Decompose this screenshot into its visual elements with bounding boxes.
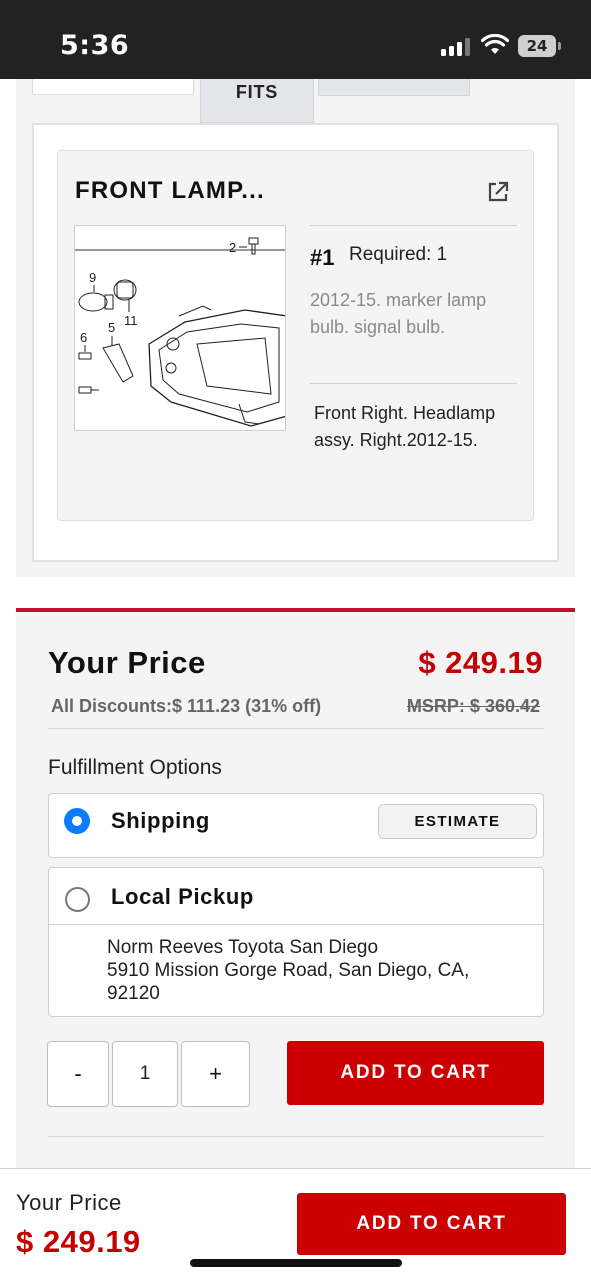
home-indicator[interactable] (190, 1259, 402, 1267)
shipping-label[interactable]: Shipping (111, 808, 210, 834)
divider (310, 225, 517, 226)
price-value: $ 249.19 (418, 645, 543, 680)
part-fitment: Front Right. Headlamp assy. Right.2012-1… (314, 403, 496, 450)
status-bar: 5:36 24 (0, 0, 591, 79)
store-address-line2: 92120 (107, 983, 160, 1004)
local-pickup-label[interactable]: Local Pickup (111, 884, 254, 910)
store-address-line1: 5910 Mission Gorge Road, San Diego, CA, (107, 960, 470, 981)
callout-number: #1 (310, 245, 335, 270)
radio-selected-icon[interactable] (64, 808, 90, 834)
divider (49, 924, 543, 925)
divider (310, 383, 517, 384)
sticky-price-label: Your Price (16, 1190, 122, 1215)
wifi-icon (481, 34, 509, 54)
diagram-label-9: 9 (89, 270, 96, 285)
diagram-label-5: 5 (108, 320, 115, 335)
estimate-button[interactable]: ESTIMATE (378, 804, 537, 839)
part-diagram[interactable]: 2 9 11 6 5 (74, 225, 286, 431)
tab-left[interactable] (32, 79, 194, 95)
required-quantity: Required: 1 (349, 244, 448, 265)
battery-nub (558, 42, 561, 50)
tab-right[interactable] (318, 79, 470, 96)
sticky-price-value: $ 249.19 (16, 1224, 141, 1259)
part-diagram-drawing: 2 9 11 6 5 (75, 237, 285, 427)
sticky-add-to-cart-button[interactable]: ADD TO CART (297, 1193, 566, 1255)
your-price-label: Your Price (48, 645, 206, 680)
divider (48, 728, 544, 729)
diagram-label-11: 11 (124, 313, 138, 328)
signal-icon (441, 38, 473, 56)
status-time: 5:36 (60, 30, 130, 61)
tab-fits[interactable]: FITS (200, 79, 314, 123)
discounts-text: All Discounts:$ 111.23 (31% off) (51, 696, 322, 716)
store-name: Norm Reeves Toyota San Diego (107, 937, 379, 958)
external-link-icon[interactable] (486, 180, 510, 204)
fulfillment-heading: Fulfillment Options (48, 756, 222, 779)
part-description: 2012-15. marker lamp bulb. signal bulb. (310, 290, 487, 337)
divider (48, 1136, 544, 1137)
add-to-cart-button[interactable]: ADD TO CART (287, 1041, 544, 1105)
diagram-label-2: 2 (229, 240, 236, 255)
quantity-input[interactable]: 1 (112, 1041, 178, 1107)
battery-icon: 24 (518, 35, 556, 57)
quantity-decrease-button[interactable]: - (47, 1041, 109, 1107)
radio-unselected-icon[interactable] (65, 887, 90, 912)
quantity-increase-button[interactable]: + (181, 1041, 250, 1107)
part-title[interactable]: FRONT LAMP... (75, 177, 265, 205)
diagram-label-6: 6 (80, 330, 87, 345)
msrp-text: MSRP: $ 360.42 (406, 696, 540, 716)
